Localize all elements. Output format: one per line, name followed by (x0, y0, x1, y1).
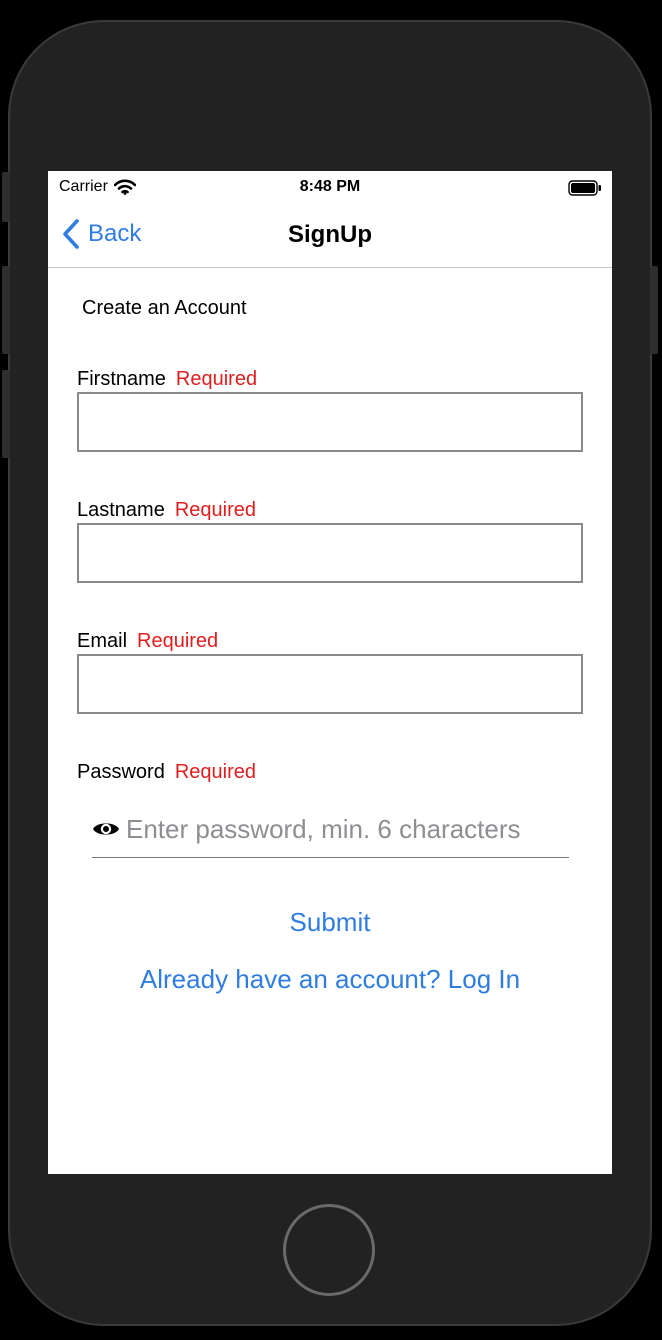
form-heading: Create an Account (82, 297, 247, 319)
email-required-text: Required (137, 630, 219, 652)
email-label: Email (77, 630, 128, 652)
lastname-label: Lastname (77, 499, 165, 521)
navigation-bar: Back SignUp (48, 203, 612, 268)
lastname-input[interactable] (77, 523, 583, 583)
email-input[interactable] (77, 654, 583, 714)
password-required-text: Required (174, 761, 256, 783)
firstname-label: Firstname (77, 368, 166, 390)
password-field (92, 801, 569, 858)
home-button[interactable] (283, 1204, 375, 1296)
lastname-label-row: Lastname Required (77, 499, 256, 522)
submit-button[interactable]: Submit (48, 907, 612, 938)
password-label: Password (77, 761, 165, 783)
eye-icon[interactable] (92, 819, 120, 839)
lastname-required-text: Required (174, 499, 257, 521)
password-label-row: Password Required (77, 761, 256, 784)
mute-switch (2, 172, 10, 222)
status-time: 8:48 PM (299, 178, 361, 195)
power-button (650, 266, 658, 354)
page-title: SignUp (288, 221, 372, 248)
status-bar: Carrier 8:48 PM (48, 171, 612, 203)
password-input[interactable] (126, 813, 556, 845)
login-link[interactable]: Already have an account? Log In (48, 964, 612, 995)
firstname-required-text: Required (175, 368, 258, 390)
volume-up-button (2, 266, 10, 354)
volume-down-button (2, 370, 10, 458)
firstname-label-row: Firstname Required (77, 368, 257, 391)
email-label-row: Email Required (77, 630, 218, 653)
firstname-input[interactable] (77, 392, 583, 452)
battery-icon (568, 180, 602, 201)
app-screen: Carrier 8:48 PM Back SignUp Create an Ac… (48, 171, 612, 1174)
